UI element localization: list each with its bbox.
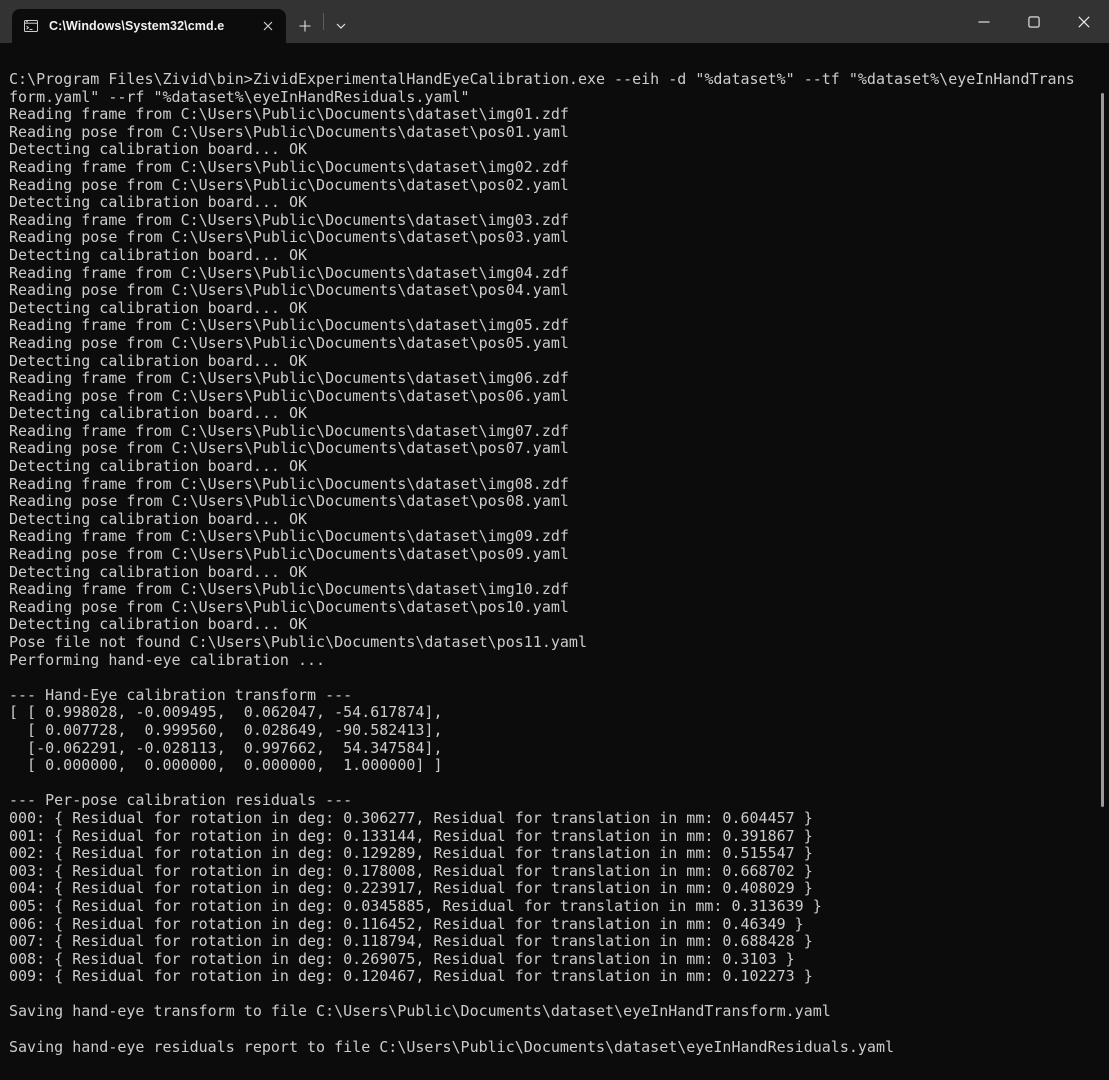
minimize-icon — [978, 16, 990, 28]
terminal-line: Detecting calibration board... OK — [9, 141, 1095, 159]
terminal-line: Detecting calibration board... OK — [9, 405, 1095, 423]
titlebar[interactable]: C:\Windows\System32\cmd.e — [0, 0, 1109, 43]
window-controls — [959, 0, 1109, 43]
cmd-icon — [23, 18, 39, 34]
chevron-down-icon — [335, 22, 347, 30]
terminal-line — [9, 669, 1095, 687]
maximize-button[interactable] — [1009, 0, 1059, 43]
terminal-line: Reading frame from C:\Users\Public\Docum… — [9, 423, 1095, 441]
terminal-line: Reading frame from C:\Users\Public\Docum… — [9, 106, 1095, 124]
close-window-button[interactable] — [1059, 0, 1109, 43]
terminal-line: [ 0.000000, 0.000000, 0.000000, 1.000000… — [9, 757, 1095, 775]
terminal-line: [-0.062291, -0.028113, 0.997662, 54.3475… — [9, 740, 1095, 758]
terminal-line — [9, 986, 1095, 1004]
terminal-line: form.yaml" --rf "%dataset%\eyeInHandResi… — [9, 89, 1095, 107]
terminal-line: Reading frame from C:\Users\Public\Docum… — [9, 581, 1095, 599]
plus-icon — [299, 20, 311, 32]
terminal-line: Reading frame from C:\Users\Public\Docum… — [9, 317, 1095, 335]
terminal-line: 007: { Residual for rotation in deg: 0.1… — [9, 933, 1095, 951]
terminal-line: 009: { Residual for rotation in deg: 0.1… — [9, 968, 1095, 986]
maximize-icon — [1028, 16, 1040, 28]
terminal-line: --- Per-pose calibration residuals --- — [9, 792, 1095, 810]
new-tab-button[interactable] — [290, 11, 320, 41]
terminal-line: Saving hand-eye transform to file C:\Use… — [9, 1003, 1095, 1021]
terminal-line: Detecting calibration board... OK — [9, 353, 1095, 371]
terminal-line: Reading frame from C:\Users\Public\Docum… — [9, 370, 1095, 388]
terminal-line: Reading pose from C:\Users\Public\Docume… — [9, 546, 1095, 564]
terminal-line: 000: { Residual for rotation in deg: 0.3… — [9, 810, 1095, 828]
terminal-line: Reading pose from C:\Users\Public\Docume… — [9, 335, 1095, 353]
terminal-line: Detecting calibration board... OK — [9, 616, 1095, 634]
terminal-line: Detecting calibration board... OK — [9, 511, 1095, 529]
terminal-line: Pose file not found C:\Users\Public\Docu… — [9, 634, 1095, 652]
terminal-body[interactable]: C:\Program Files\Zivid\bin>ZividExperime… — [0, 43, 1109, 1080]
terminal-line: 006: { Residual for rotation in deg: 0.1… — [9, 916, 1095, 934]
terminal-line: C:\Program Files\Zivid\bin>ZividExperime… — [9, 71, 1095, 89]
terminal-output: C:\Program Files\Zivid\bin>ZividExperime… — [9, 71, 1095, 1056]
terminal-line: 003: { Residual for rotation in deg: 0.1… — [9, 863, 1095, 881]
close-icon — [263, 21, 273, 31]
terminal-line: Reading pose from C:\Users\Public\Docume… — [9, 229, 1095, 247]
close-icon — [1078, 16, 1090, 28]
terminal-line: Reading frame from C:\Users\Public\Docum… — [9, 159, 1095, 177]
terminal-line: Reading frame from C:\Users\Public\Docum… — [9, 476, 1095, 494]
terminal-line: Reading frame from C:\Users\Public\Docum… — [9, 265, 1095, 283]
terminal-line: Reading pose from C:\Users\Public\Docume… — [9, 177, 1095, 195]
terminal-line: 008: { Residual for rotation in deg: 0.2… — [9, 951, 1095, 969]
terminal-line: Detecting calibration board... OK — [9, 194, 1095, 212]
terminal-line: Reading pose from C:\Users\Public\Docume… — [9, 282, 1095, 300]
terminal-line: [ [ 0.998028, -0.009495, 0.062047, -54.6… — [9, 704, 1095, 722]
terminal-line: Reading frame from C:\Users\Public\Docum… — [9, 212, 1095, 230]
tab-close-button[interactable] — [256, 14, 280, 38]
tab-cmd[interactable]: C:\Windows\System32\cmd.e — [12, 9, 286, 43]
tab-dropdown-button[interactable] — [326, 11, 356, 41]
terminal-line: Reading pose from C:\Users\Public\Docume… — [9, 599, 1095, 617]
terminal-line: 004: { Residual for rotation in deg: 0.2… — [9, 880, 1095, 898]
terminal-line: Reading pose from C:\Users\Public\Docume… — [9, 388, 1095, 406]
terminal-line: 005: { Residual for rotation in deg: 0.0… — [9, 898, 1095, 916]
terminal-line: Detecting calibration board... OK — [9, 458, 1095, 476]
tab-title-wrap: C:\Windows\System32\cmd.e — [49, 17, 252, 35]
scrollbar-thumb[interactable] — [1101, 93, 1104, 807]
terminal-line: --- Hand-Eye calibration transform --- — [9, 687, 1095, 705]
terminal-line: Performing hand-eye calibration ... — [9, 652, 1095, 670]
terminal-line: Detecting calibration board... OK — [9, 247, 1095, 265]
terminal-line: [ 0.007728, 0.999560, 0.028649, -90.5824… — [9, 722, 1095, 740]
terminal-line — [9, 1021, 1095, 1039]
terminal-line: 001: { Residual for rotation in deg: 0.1… — [9, 828, 1095, 846]
terminal-line: 002: { Residual for rotation in deg: 0.1… — [9, 845, 1095, 863]
terminal-line: Detecting calibration board... OK — [9, 564, 1095, 582]
terminal-line: Saving hand-eye residuals report to file… — [9, 1039, 1095, 1057]
minimize-button[interactable] — [959, 0, 1009, 43]
terminal-line: Reading frame from C:\Users\Public\Docum… — [9, 528, 1095, 546]
terminal-line: Detecting calibration board... OK — [9, 300, 1095, 318]
toolbar-separator — [323, 13, 324, 30]
terminal-line: Reading pose from C:\Users\Public\Docume… — [9, 440, 1095, 458]
terminal-line — [9, 775, 1095, 793]
terminal-line: Reading pose from C:\Users\Public\Docume… — [9, 493, 1095, 511]
tab-title: C:\Windows\System32\cmd.e — [49, 19, 224, 33]
terminal-line: Reading pose from C:\Users\Public\Docume… — [9, 124, 1095, 142]
